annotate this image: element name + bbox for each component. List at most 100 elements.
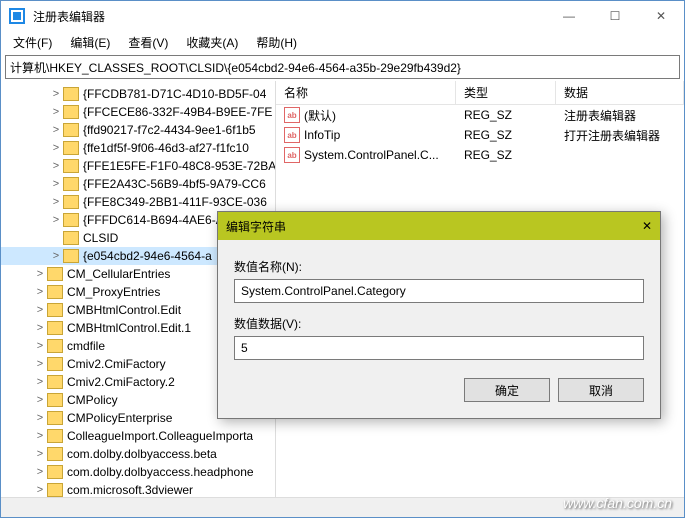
expand-icon[interactable]: > [49,142,63,154]
folder-icon [47,465,63,479]
tree-item-label: Cmiv2.CmiFactory [67,357,166,371]
folder-icon [47,411,63,425]
menu-help[interactable]: 帮助(H) [248,32,305,53]
tree-item-label: cmdfile [67,339,105,353]
watermark: www.cfan.com.cn [563,495,672,511]
expand-icon[interactable]: > [49,106,63,118]
list-row[interactable]: abSystem.ControlPanel.C...REG_SZ [276,145,684,165]
folder-icon [47,267,63,281]
dialog-body: 数值名称(N): 数值数据(V): 确定 取消 [218,240,660,418]
expand-icon[interactable]: > [33,340,47,352]
tree-item-label: CLSID [83,231,118,245]
expand-icon[interactable]: > [33,430,47,442]
expand-icon[interactable]: > [49,88,63,100]
tree-item[interactable]: >{FFE1E5FE-F1F0-48C8-953E-72BA [1,157,275,175]
list-body: ab(默认)REG_SZ注册表编辑器abInfoTipREG_SZ打开注册表编辑… [276,105,684,165]
folder-icon [63,195,79,209]
folder-icon [63,87,79,101]
tree-item[interactable]: > {FFCDB781-D71C-4D10-BD5F-04 [1,85,275,103]
expand-icon[interactable]: > [33,466,47,478]
folder-icon [47,357,63,371]
tree-item-label: {FFCDB781-D71C-4D10-BD5F-04 [83,87,266,101]
minimize-button[interactable]: — [546,1,592,31]
expand-icon[interactable]: > [33,448,47,460]
address-text: 计算机\HKEY_CLASSES_ROOT\CLSID\{e054cbd2-94… [10,59,461,76]
col-data[interactable]: 数据 [556,81,684,104]
menu-view[interactable]: 查看(V) [120,32,176,53]
folder-icon [63,105,79,119]
tree-item-label: {FFFDC614-B694-4AE6-A [83,213,224,227]
expand-icon[interactable]: > [33,268,47,280]
folder-icon [47,321,63,335]
folder-icon [47,303,63,317]
expand-icon[interactable]: > [49,250,63,262]
value-name: (默认) [304,107,336,124]
folder-icon [47,393,63,407]
tree-item[interactable]: > ColleagueImport.ColleagueImporta [1,427,275,445]
maximize-button[interactable]: ☐ [592,1,638,31]
tree-item[interactable]: > {FFE8C349-2BB1-411F-93CE-036 [1,193,275,211]
dialog-close-button[interactable]: ✕ [642,219,652,233]
list-header: 名称 类型 数据 [276,81,684,105]
string-value-icon: ab [284,147,300,163]
edit-string-dialog: 编辑字符串 ✕ 数值名称(N): 数值数据(V): 确定 取消 [217,211,661,419]
tree-item-label: ColleagueImport.ColleagueImporta [67,429,253,443]
expand-icon[interactable]: > [33,322,47,334]
tree-item[interactable]: >com.dolby.dolbyaccess.beta [1,445,275,463]
expand-icon[interactable]: > [49,178,63,190]
expand-icon[interactable]: > [33,358,47,370]
menu-edit[interactable]: 编辑(E) [62,32,118,53]
expand-icon[interactable]: > [49,214,63,226]
close-button[interactable]: ✕ [638,1,684,31]
cancel-button[interactable]: 取消 [558,378,644,402]
dialog-buttons: 确定 取消 [234,378,644,402]
app-icon [9,8,25,24]
value-data: 注册表编辑器 [556,107,684,124]
folder-icon [63,231,79,245]
expand-icon[interactable]: > [49,160,63,172]
menu-file[interactable]: 文件(F) [5,32,60,53]
value-name-label: 数值名称(N): [234,258,644,275]
string-value-icon: ab [284,107,300,123]
menu-favorites[interactable]: 收藏夹(A) [178,32,246,53]
folder-icon [63,141,79,155]
tree-item-label: {FFE8C349-2BB1-411F-93CE-036 [83,195,267,209]
list-row[interactable]: abInfoTipREG_SZ打开注册表编辑器 [276,125,684,145]
value-data-input[interactable] [234,336,644,360]
value-data: 打开注册表编辑器 [556,127,684,144]
tree-item-label: {ffd90217-f7c2-4434-9ee1-6f1b5 [83,123,256,137]
ok-button[interactable]: 确定 [464,378,550,402]
col-name[interactable]: 名称 [276,81,456,104]
expand-icon[interactable]: > [33,394,47,406]
folder-icon [47,483,63,497]
tree-item-label: com.microsoft.3dviewer [67,483,193,497]
address-bar[interactable]: 计算机\HKEY_CLASSES_ROOT\CLSID\{e054cbd2-94… [5,55,680,79]
expand-icon[interactable]: > [33,484,47,496]
tree-item[interactable]: > {ffd90217-f7c2-4434-9ee1-6f1b5 [1,121,275,139]
tree-item-label: CMPolicyEnterprise [67,411,172,425]
col-type[interactable]: 类型 [456,81,556,104]
tree-item-label: CM_CellularEntries [67,267,170,281]
window-buttons: — ☐ ✕ [546,1,684,31]
expand-icon[interactable]: > [33,304,47,316]
dialog-titlebar[interactable]: 编辑字符串 ✕ [218,212,660,240]
titlebar: 注册表编辑器 — ☐ ✕ [1,1,684,31]
expand-icon[interactable]: > [49,196,63,208]
expand-icon[interactable]: > [33,376,47,388]
tree-item-label: Cmiv2.CmiFactory.2 [67,375,175,389]
expand-icon[interactable]: > [33,286,47,298]
expand-icon[interactable]: > [33,412,47,424]
folder-icon [63,159,79,173]
tree-item[interactable]: >{FFE2A43C-56B9-4bf5-9A79-CC6 [1,175,275,193]
folder-icon [47,429,63,443]
value-name: System.ControlPanel.C... [304,148,439,162]
list-row[interactable]: ab(默认)REG_SZ注册表编辑器 [276,105,684,125]
tree-item[interactable]: >{FFCECE86-332F-49B4-B9EE-7FE [1,103,275,121]
tree-item-label: CMBHtmlControl.Edit [67,303,181,317]
tree-item[interactable]: >com.dolby.dolbyaccess.headphone [1,463,275,481]
tree-item[interactable]: > {ffe1df5f-9f06-46d3-af27-f1fc10 [1,139,275,157]
tree-item-label: CMPolicy [67,393,118,407]
tree-item-label: {ffe1df5f-9f06-46d3-af27-f1fc10 [83,141,249,155]
expand-icon[interactable]: > [49,124,63,136]
value-name-input[interactable] [234,279,644,303]
